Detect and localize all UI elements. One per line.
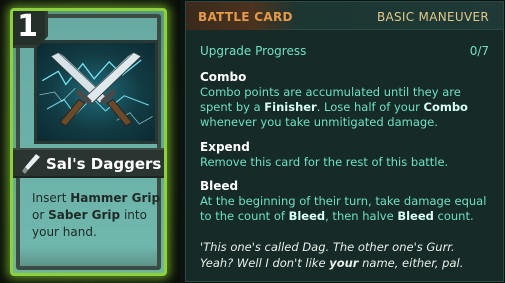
keyword-saber-grip: Saber Grip [48, 208, 121, 222]
keyword-description: Remove this card for the rest of this ba… [200, 155, 449, 169]
keyword-title: Combo [200, 70, 247, 84]
keyword-bleed: Bleed [288, 209, 326, 223]
card-type: BATTLE CARD [198, 10, 293, 24]
card-description: Insert Hammer Grip or Saber Grip into yo… [32, 190, 162, 241]
flavor-line-2: Yeah? Well I don't like your name, eithe… [200, 255, 496, 271]
keyword-title: Expend [200, 140, 250, 154]
flavor-emphasis: your [329, 256, 359, 270]
keyword-section-expend: Expend Remove this card for the rest of … [200, 140, 496, 170]
card-name: Sal's Daggers [46, 155, 162, 173]
battle-card[interactable]: Sal's Daggers Insert Hammer Grip or Sabe… [10, 8, 167, 276]
flavor-text: 'This one's called Dag. The other one's … [200, 239, 496, 271]
card-info-panel: BATTLE CARD BASIC MANEUVER Upgrade Progr… [185, 1, 504, 282]
desc-text: whenever you take unmitigated damage. [200, 115, 438, 129]
dagger-type-icon [22, 154, 40, 174]
keyword-hammer-grip: Hammer Grip [70, 191, 161, 205]
keyword-section-bleed: Bleed At the beginning of their turn, ta… [200, 179, 496, 224]
keyword-title: Bleed [200, 179, 239, 193]
keyword-description: Combo points are accumulated until they … [200, 85, 496, 130]
card-subtype: BASIC MANEUVER [376, 10, 489, 24]
card-type-tab: BATTLE CARD [186, 2, 298, 30]
keyword-bleed: Bleed [397, 209, 434, 223]
card-art [34, 40, 158, 144]
keyword-description: At the beginning of their turn, take dam… [200, 194, 496, 224]
upgrade-progress-count: 0/7 [469, 44, 489, 58]
desc-text: . Lose half of your [316, 100, 424, 114]
keyword-section-combo: Combo Combo points are accumulated until… [200, 70, 496, 130]
card-cost: 1 [13, 11, 48, 48]
desc-text: , then halve [325, 209, 398, 223]
desc-text: Insert [32, 191, 71, 205]
card-bottom-shade [20, 246, 157, 266]
desc-text: count. [433, 209, 474, 223]
flavor-text-part: Yeah? Well I don't like [200, 256, 330, 270]
flavor-text-part: name, either, pal. [358, 256, 464, 270]
panel-header: BATTLE CARD BASIC MANEUVER [186, 2, 503, 30]
keyword-combo: Combo [423, 100, 468, 114]
upgrade-progress-label: Upgrade Progress [200, 44, 307, 58]
card-frame: Sal's Daggers Insert Hammer Grip or Sabe… [13, 14, 164, 270]
card-title-banner: Sal's Daggers [13, 148, 164, 178]
card-preview: Sal's Daggers Insert Hammer Grip or Sabe… [0, 0, 180, 283]
crossed-daggers-icon [39, 51, 153, 127]
flavor-line-1: 'This one's called Dag. The other one's … [200, 240, 455, 254]
keyword-finisher: Finisher [264, 100, 317, 114]
desc-text: or [32, 208, 49, 222]
